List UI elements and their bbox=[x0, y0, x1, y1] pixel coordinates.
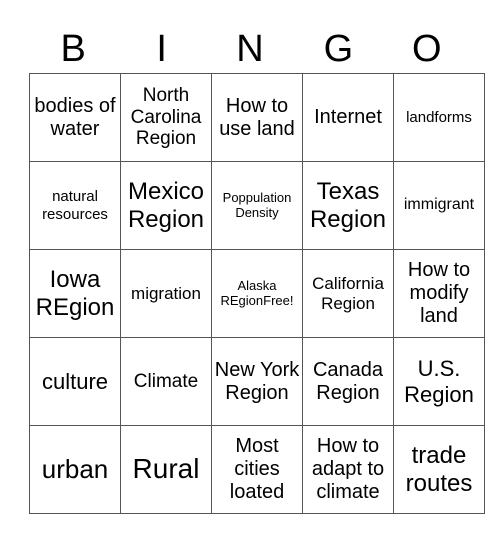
bingo-cell[interactable]: Poppulation Density bbox=[211, 161, 303, 250]
bingo-cell[interactable]: Internet bbox=[302, 73, 394, 162]
bingo-cell[interactable]: Canada Region bbox=[302, 337, 394, 426]
bingo-cell[interactable]: U.S. Region bbox=[393, 337, 485, 426]
header-letter-n: N bbox=[236, 28, 264, 70]
bingo-header: B I N G O bbox=[29, 26, 471, 72]
bingo-cell[interactable]: trade routes bbox=[393, 425, 485, 514]
header-letter-g: G bbox=[323, 28, 354, 70]
header-letter-b: B bbox=[60, 28, 86, 70]
grid-row: culture Climate New York Region Canada R… bbox=[29, 337, 485, 426]
bingo-cell[interactable]: New York Region bbox=[211, 337, 303, 426]
bingo-cell[interactable]: Texas Region bbox=[302, 161, 394, 250]
bingo-cell[interactable]: Alaska REgionFree! bbox=[211, 249, 303, 338]
bingo-cell[interactable]: Iowa REgion bbox=[29, 249, 121, 338]
bingo-cell[interactable]: How to adapt to climate bbox=[302, 425, 394, 514]
bingo-cell[interactable]: migration bbox=[120, 249, 212, 338]
grid-row: urban Rural Most cities loated How to ad… bbox=[29, 425, 485, 514]
bingo-cell[interactable]: bodies of water bbox=[29, 73, 121, 162]
header-letter-o: O bbox=[412, 28, 442, 70]
bingo-cell[interactable]: immigrant bbox=[393, 161, 485, 250]
bingo-cell[interactable]: Climate bbox=[120, 337, 212, 426]
bingo-cell[interactable]: culture bbox=[29, 337, 121, 426]
bingo-cell[interactable]: Most cities loated bbox=[211, 425, 303, 514]
header-letter-i: I bbox=[156, 28, 167, 70]
grid-row: Iowa REgion migration Alaska REgionFree!… bbox=[29, 249, 485, 338]
bingo-cell[interactable]: California Region bbox=[302, 249, 394, 338]
grid-row: natural resources Mexico Region Poppulat… bbox=[29, 161, 485, 250]
bingo-cell[interactable]: natural resources bbox=[29, 161, 121, 250]
bingo-cell[interactable]: Mexico Region bbox=[120, 161, 212, 250]
bingo-cell[interactable]: landforms bbox=[393, 73, 485, 162]
bingo-cell[interactable]: North Carolina Region bbox=[120, 73, 212, 162]
bingo-cell[interactable]: How to use land bbox=[211, 73, 303, 162]
grid-row: bodies of water North Carolina Region Ho… bbox=[29, 73, 485, 162]
bingo-cell[interactable]: How to modify land bbox=[393, 249, 485, 338]
bingo-grid: bodies of water North Carolina Region Ho… bbox=[29, 73, 485, 514]
bingo-cell[interactable]: Rural bbox=[120, 425, 212, 514]
bingo-cell[interactable]: urban bbox=[29, 425, 121, 514]
